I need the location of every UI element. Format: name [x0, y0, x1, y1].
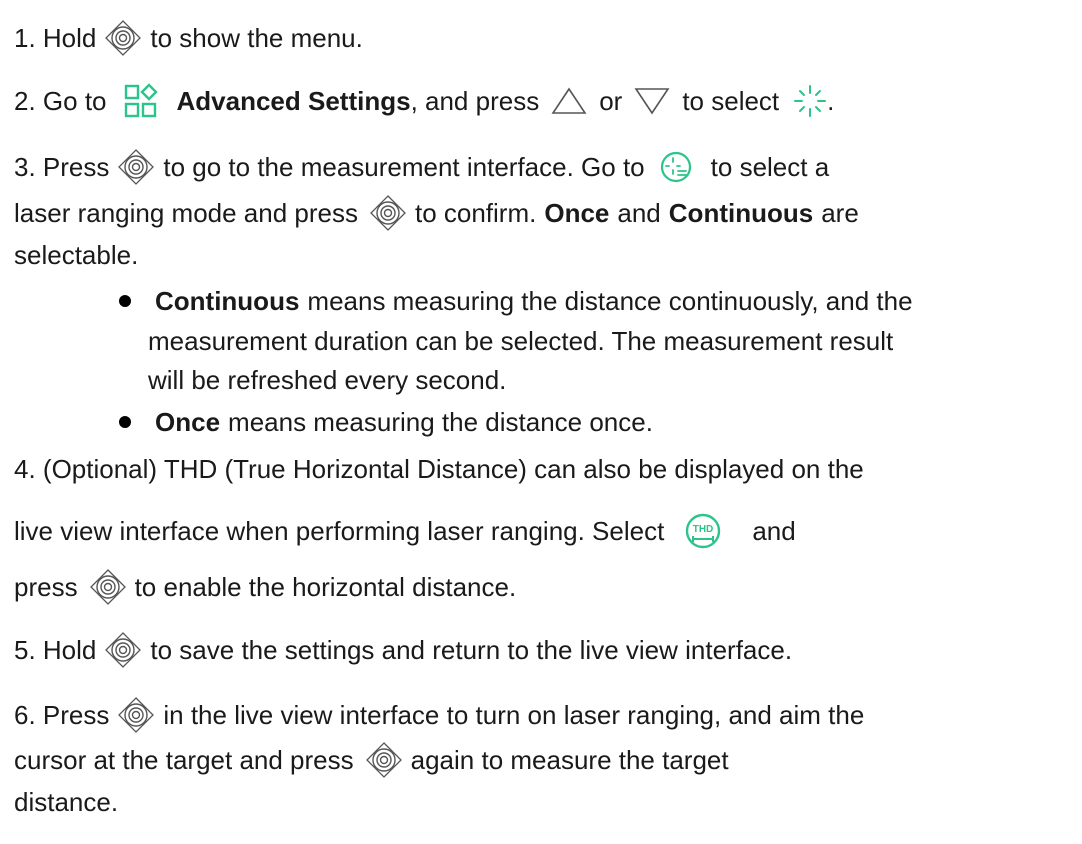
- bullet-1-text-a: means measuring the distance continuousl…: [307, 286, 913, 316]
- step-4-line-1: 4. (Optional) THD (True Horizontal Dista…: [14, 449, 864, 489]
- step-5: 5. Hold to save the settings and return …: [14, 630, 792, 670]
- step-6-line-1: 6. Press in the live view interface to t…: [14, 695, 864, 735]
- step-2-text-c: or: [599, 86, 623, 116]
- step-4-text-b: live view interface when performing lase…: [14, 516, 665, 546]
- bullet-1-line-2: measurement duration can be selected. Th…: [148, 321, 893, 361]
- step-4-line-2: live view interface when performing lase…: [14, 511, 796, 551]
- joystick-icon: [365, 742, 402, 778]
- step-5-text-a: 5. Hold: [14, 635, 97, 665]
- down-triangle-icon: [634, 86, 670, 116]
- bullet-2-text-a: means measuring the distance once.: [228, 407, 653, 437]
- step-3-text-d: laser ranging mode and press: [14, 198, 358, 228]
- step-6-line-3: distance.: [14, 782, 118, 822]
- step-2-text-d: to select: [682, 86, 780, 116]
- bullet-dot: [119, 416, 131, 428]
- advanced-settings-icon: [123, 83, 159, 119]
- step-3-text-and: and: [617, 198, 661, 228]
- step-3-line-2: laser ranging mode and press to confirm.…: [14, 193, 859, 233]
- step-3-text-f: are: [821, 198, 859, 228]
- thd-icon: THD: [684, 512, 722, 550]
- step-4-text-a: 4. (Optional) THD (True Horizontal Dista…: [14, 454, 864, 484]
- continuous-term: Continuous: [155, 286, 300, 316]
- step-3-line-3: selectable.: [14, 235, 138, 275]
- joystick-icon: [89, 569, 126, 605]
- step-5-text-b: to save the settings and return to the l…: [150, 635, 793, 665]
- advanced-settings-label: Advanced Settings: [176, 86, 411, 116]
- bullet-1-text-c: will be refreshed every second.: [148, 365, 507, 395]
- step-6-text-e: distance.: [14, 787, 119, 817]
- step-1-text-b: to show the menu.: [150, 23, 363, 53]
- step-4-text-c: and: [752, 516, 796, 546]
- joystick-icon: [105, 20, 142, 56]
- bullet-once: Once means measuring the distance once.: [119, 402, 653, 442]
- step-4-line-3: press to enable the horizontal distance.: [14, 567, 516, 607]
- step-3-text-c: to select a: [710, 152, 830, 182]
- step-6-text-b: in the live view interface to turn on la…: [163, 700, 865, 730]
- laser-ranging-icon: [793, 84, 827, 118]
- thd-icon-text: THD: [693, 524, 714, 535]
- step-3-text-b: to go to the measurement interface. Go t…: [163, 152, 645, 182]
- bullet-1-line-3: will be refreshed every second.: [148, 360, 506, 400]
- once-label: Once: [544, 198, 610, 228]
- step-2-text-e: .: [827, 86, 835, 116]
- step-2: 2. Go to Advanced Settings , and press o…: [14, 81, 834, 121]
- step-3-line-1: 3. Press to go to the measurement interf…: [14, 147, 829, 187]
- step-4-text-e: to enable the horizontal distance.: [134, 572, 517, 602]
- step-3-text-e: to confirm.: [414, 198, 537, 228]
- step-6-text-a: 6. Press: [14, 700, 110, 730]
- step-2-text-b: , and press: [410, 86, 540, 116]
- step-2-text-a: 2. Go to: [14, 86, 107, 116]
- joystick-icon: [105, 632, 142, 668]
- bullet-dot: [119, 295, 131, 307]
- joystick-icon: [370, 195, 406, 231]
- once-term: Once: [155, 407, 221, 437]
- bullet-continuous: Continuous means measuring the distance …: [119, 281, 913, 321]
- joystick-icon: [118, 697, 155, 733]
- continuous-label: Continuous: [668, 198, 814, 228]
- laser-mode-icon: [659, 150, 693, 184]
- up-triangle-icon: [551, 86, 587, 116]
- step-6-text-d: again to measure the target: [410, 745, 729, 775]
- joystick-icon: [118, 149, 155, 185]
- step-3-text-a: 3. Press: [14, 152, 110, 182]
- step-1: 1. Hold to show the menu.: [14, 18, 363, 58]
- step-1-text-a: 1. Hold: [14, 23, 97, 53]
- step-6-line-2: cursor at the target and press again to …: [14, 740, 729, 780]
- step-3-text-g: selectable.: [14, 240, 139, 270]
- step-4-text-d: press: [14, 572, 78, 602]
- bullet-1-text-b: measurement duration can be selected. Th…: [148, 326, 894, 356]
- step-6-text-c: cursor at the target and press: [14, 745, 354, 775]
